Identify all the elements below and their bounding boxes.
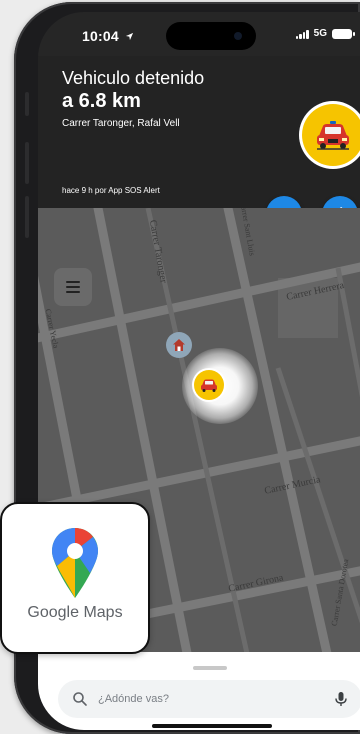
car-icon xyxy=(201,379,217,392)
alert-title: Vehiculo detenido xyxy=(62,68,205,88)
location-arrow-icon xyxy=(125,32,134,41)
sheet-handle[interactable] xyxy=(193,666,227,670)
vehicle-location-pin[interactable] xyxy=(194,370,224,400)
alert-distance: a 6.8 km xyxy=(62,90,141,112)
alert-address: Carrer Taronger, Rafal Vell xyxy=(62,118,180,129)
google-maps-logo-card: Google Maps xyxy=(0,502,150,654)
volume-down-button xyxy=(25,196,29,238)
hamburger-menu-icon xyxy=(66,281,80,283)
alert-header[interactable]: Vehiculo detenido a 6.8 km Carrer Tarong… xyxy=(38,56,360,232)
google-maps-wordmark: Google Maps xyxy=(27,604,123,621)
search-bar[interactable] xyxy=(58,680,360,718)
home-indicator[interactable] xyxy=(152,724,272,728)
signal-bars-icon xyxy=(295,29,309,39)
camera-icon xyxy=(234,32,242,40)
search-icon xyxy=(73,692,87,706)
battery-icon xyxy=(332,28,355,39)
google-maps-pin-icon xyxy=(52,528,98,598)
alert-source: hace 9 h por App SOS Alert xyxy=(62,186,160,195)
stopped-vehicle-badge xyxy=(302,104,360,166)
map-menu-button[interactable] xyxy=(54,268,92,306)
bottom-sheet[interactable] xyxy=(38,652,360,730)
home-location-pin[interactable] xyxy=(166,332,192,358)
status-time: 10:04 xyxy=(82,28,134,44)
dynamic-island xyxy=(166,22,256,50)
status-bar: 10:04 5G xyxy=(38,12,360,56)
network-type: 5G xyxy=(313,28,327,39)
status-indicators: 5G xyxy=(295,28,355,39)
microphone-icon[interactable] xyxy=(334,691,348,707)
home-icon xyxy=(173,339,185,351)
search-input[interactable] xyxy=(96,692,320,706)
action-button xyxy=(25,92,29,116)
volume-up-button xyxy=(25,142,29,184)
car-icon xyxy=(317,121,349,150)
